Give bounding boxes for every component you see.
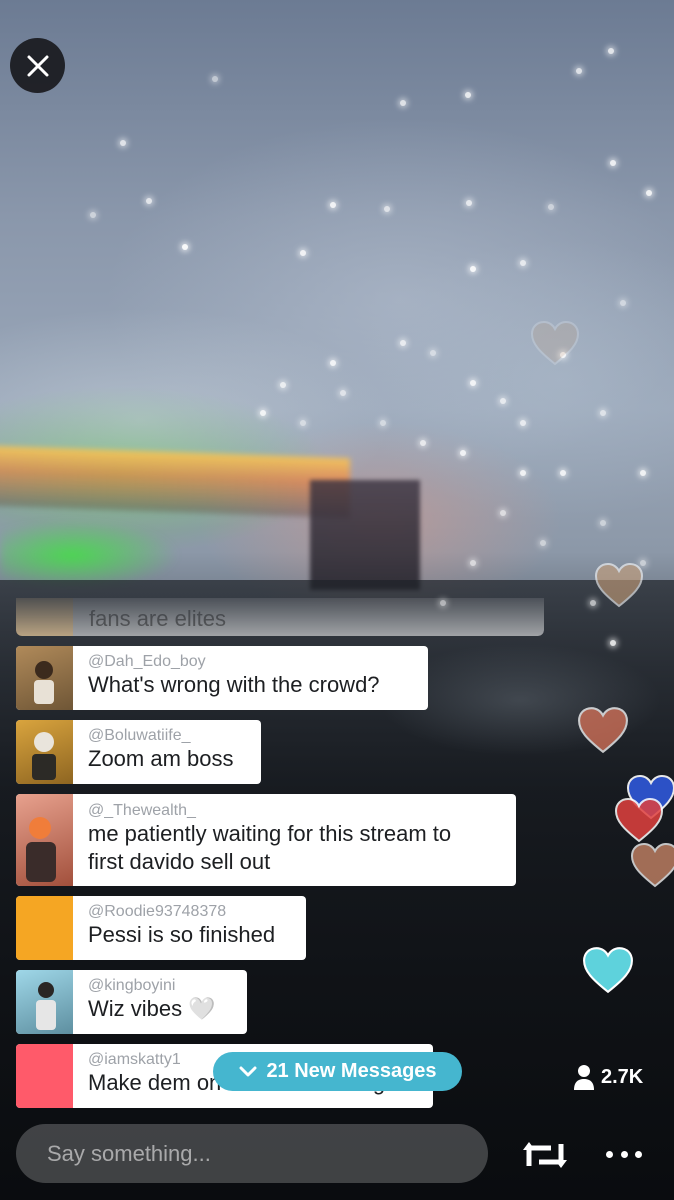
chat-message: @kingboyini Wiz vibes 🤍 [16,970,247,1034]
message-text: Zoom am boss [88,746,234,771]
avatar [16,598,73,636]
viewer-count: 2.7K [573,1062,643,1092]
chevron-down-icon [239,1066,257,1076]
phone-light [548,204,554,210]
say-something-input[interactable] [16,1124,488,1183]
viewer-count-value: 2.7K [601,1065,644,1088]
phone-light [640,470,646,476]
heart-icon [578,707,628,754]
message-text: Pessi is so finished [88,922,276,947]
message-handle: @Boluwatiife_ [88,727,191,744]
heart-icon [614,797,664,843]
avatar [16,794,73,886]
chat-message: @_Thewealth_ me patiently waiting for th… [16,794,516,886]
message-text-line2: first davido sell out [88,849,271,874]
phone-light [600,410,606,416]
phone-light [610,640,616,646]
message-bubble: @_Thewealth_ me patiently waiting for th… [73,794,516,886]
message-text: Wiz vibes 🤍 [88,996,216,1021]
avatar [16,1044,73,1108]
phone-light [608,48,614,54]
phone-light [576,68,582,74]
message-bubble: @Roodie93748378 Pessi is so finished [73,896,306,960]
message-bubble: @kingboyini Wiz vibes 🤍 [73,970,247,1034]
phone-light [600,520,606,526]
chat-message: @Dah_Edo_boy What's wrong with the crowd… [16,646,428,710]
faded-chat-message: fans are elites [16,598,544,636]
more-options-button[interactable] [606,1140,642,1168]
chat-feed: fans are elites @Dah_Edo_boy What's wron… [16,0,544,1110]
phone-light [560,470,566,476]
person-icon [574,1065,594,1090]
more-icon [606,1150,642,1158]
message-handle: @kingboyini [88,977,176,994]
message-handle: @Dah_Edo_boy [88,653,206,670]
heart-icon [594,562,644,608]
heart-icon [530,320,580,366]
message-handle: @Roodie93748378 [88,903,227,920]
retweet-icon [523,1142,567,1168]
message-text: fans are elites [89,606,226,631]
avatar [16,970,73,1034]
message-bubble: @Boluwatiife_ Zoom am boss [73,720,261,784]
new-messages-label: 21 New Messages [266,1060,437,1082]
phone-light [620,300,626,306]
chat-message: @Roodie93748378 Pessi is so finished [16,896,306,960]
heart-icon [583,947,633,994]
avatar [16,896,73,960]
message-text: What's wrong with the crowd? [88,672,380,697]
message-handle: @_Thewealth_ [88,802,196,819]
new-messages-button[interactable]: 21 New Messages [213,1052,462,1091]
avatar [16,720,73,784]
message-bubble: @Dah_Edo_boy What's wrong with the crowd… [73,646,428,710]
phone-light [646,190,652,196]
phone-light [540,540,546,546]
chat-message: @Boluwatiife_ Zoom am boss [16,720,261,784]
retweet-button[interactable] [521,1138,569,1172]
heart-icon [630,842,674,888]
phone-light [610,160,616,166]
avatar [16,646,73,710]
message-text-line1: me patiently waiting for this stream to [88,821,452,846]
